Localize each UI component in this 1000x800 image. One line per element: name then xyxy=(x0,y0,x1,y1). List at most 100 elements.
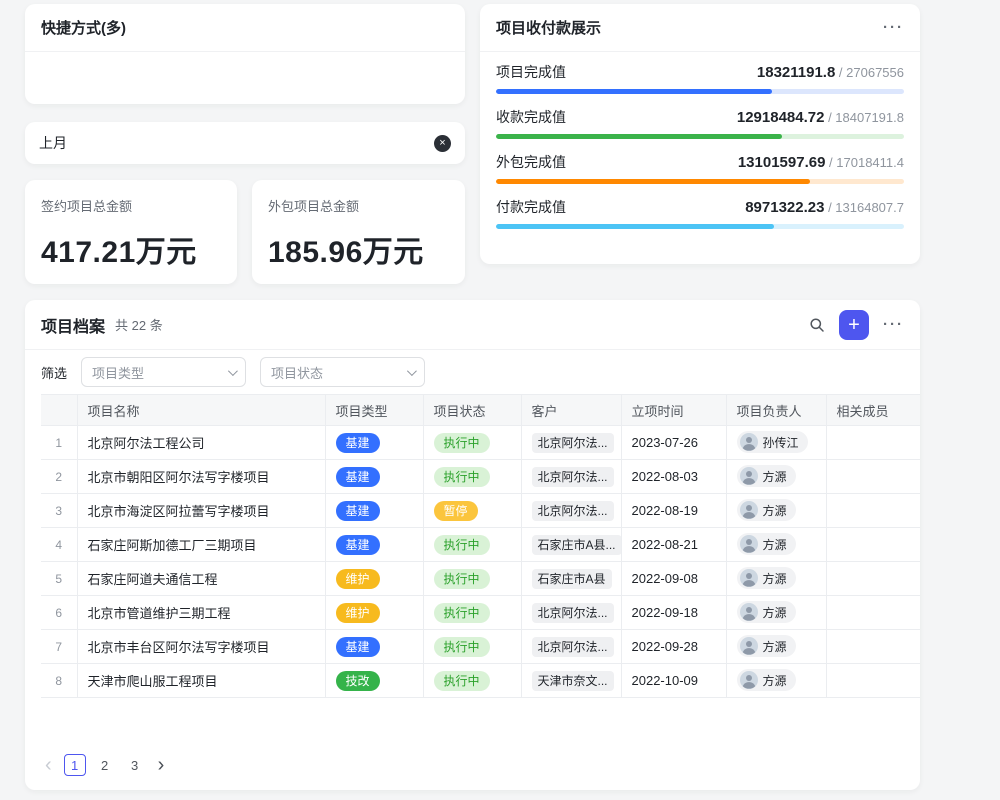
project-status-cell[interactable]: 执行中 xyxy=(423,630,521,664)
avatar xyxy=(740,671,758,689)
table-row[interactable]: 6北京市管道维护三期工程维护执行中北京阿尔法...2022-09-18方源 xyxy=(41,596,920,630)
date-cell[interactable]: 2023-07-26 xyxy=(621,426,726,460)
stat-card-signed-total: 签约项目总金额 417.21万元 xyxy=(25,180,237,284)
column-header[interactable]: 项目名称 xyxy=(77,395,325,426)
project-name-cell[interactable]: 北京市丰台区阿尔法写字楼项目 xyxy=(77,630,325,664)
customer-cell[interactable]: 北京阿尔法... xyxy=(521,426,621,460)
customer-cell[interactable]: 石家庄市A县 xyxy=(521,562,621,596)
table-row[interactable]: 7北京市丰台区阿尔法写字楼项目基建执行中北京阿尔法...2022-09-28方源 xyxy=(41,630,920,664)
column-header[interactable]: 项目状态 xyxy=(423,395,521,426)
members-cell[interactable] xyxy=(826,460,920,494)
progress-label: 外包完成值 xyxy=(496,152,566,172)
project-status-cell[interactable]: 执行中 xyxy=(423,596,521,630)
table-row[interactable]: 2北京市朝阳区阿尔法写字楼项目基建执行中北京阿尔法...2022-08-03方源 xyxy=(41,460,920,494)
project-name-cell[interactable]: 石家庄阿斯加德工厂三期项目 xyxy=(77,528,325,562)
project-type-select[interactable]: 项目类型 xyxy=(81,357,246,387)
owner-cell[interactable]: 方源 xyxy=(726,630,826,664)
chevron-down-icon xyxy=(407,366,417,376)
customer-cell[interactable]: 北京阿尔法... xyxy=(521,596,621,630)
project-status-cell[interactable]: 暂停 xyxy=(423,494,521,528)
ellipsis-icon[interactable]: ··· xyxy=(883,316,904,333)
owner-cell[interactable]: 方源 xyxy=(726,664,826,698)
table-row[interactable]: 5石家庄阿道夫通信工程维护执行中石家庄市A县2022-09-08方源 xyxy=(41,562,920,596)
project-name-cell[interactable]: 北京市管道维护三期工程 xyxy=(77,596,325,630)
customer-cell[interactable]: 天津市奈文... xyxy=(521,664,621,698)
project-name-cell[interactable]: 北京市海淀区阿拉蕾写字楼项目 xyxy=(77,494,325,528)
next-page-icon[interactable]: › xyxy=(154,755,169,775)
project-name-cell[interactable]: 天津市爬山服工程项目 xyxy=(77,664,325,698)
owner-cell[interactable]: 方源 xyxy=(726,528,826,562)
project-status-cell[interactable]: 执行中 xyxy=(423,426,521,460)
owner-chip: 方源 xyxy=(737,465,796,487)
page-button[interactable]: 2 xyxy=(94,754,116,776)
owner-cell[interactable]: 孙传江 xyxy=(726,426,826,460)
avatar xyxy=(740,535,758,553)
project-type-cell[interactable]: 基建 xyxy=(325,630,423,664)
progress-label: 付款完成值 xyxy=(496,197,566,217)
members-cell[interactable] xyxy=(826,664,920,698)
members-cell[interactable] xyxy=(826,630,920,664)
owner-cell[interactable]: 方源 xyxy=(726,562,826,596)
prev-page-icon[interactable]: ‹ xyxy=(41,755,56,775)
table-row[interactable]: 4石家庄阿斯加德工厂三期项目基建执行中石家庄市A县...2022-08-21方源 xyxy=(41,528,920,562)
project-type-cell[interactable]: 基建 xyxy=(325,528,423,562)
projects-table-head-row: 项目名称项目类型项目状态客户立项时间项目负责人相关成员 xyxy=(41,395,920,426)
project-type-cell[interactable]: 维护 xyxy=(325,596,423,630)
project-status-cell[interactable]: 执行中 xyxy=(423,562,521,596)
date-cell[interactable]: 2022-09-28 xyxy=(621,630,726,664)
members-cell[interactable] xyxy=(826,494,920,528)
owner-cell[interactable]: 方源 xyxy=(726,460,826,494)
date-cell[interactable]: 2022-09-08 xyxy=(621,562,726,596)
owner-chip: 方源 xyxy=(737,635,796,657)
owner-name: 方源 xyxy=(763,570,787,587)
customer-cell[interactable]: 北京阿尔法... xyxy=(521,494,621,528)
date-cell[interactable]: 2022-09-18 xyxy=(621,596,726,630)
customer-cell[interactable]: 石家庄市A县... xyxy=(521,528,621,562)
column-header[interactable]: 立项时间 xyxy=(621,395,726,426)
date-cell[interactable]: 2022-08-03 xyxy=(621,460,726,494)
table-row[interactable]: 3北京市海淀区阿拉蕾写字楼项目基建暂停北京阿尔法...2022-08-19方源 xyxy=(41,494,920,528)
date-cell[interactable]: 2022-08-19 xyxy=(621,494,726,528)
project-type-cell[interactable]: 基建 xyxy=(325,460,423,494)
column-header[interactable]: 项目负责人 xyxy=(726,395,826,426)
project-type-cell[interactable]: 维护 xyxy=(325,562,423,596)
project-type-cell[interactable]: 基建 xyxy=(325,426,423,460)
date-cell[interactable]: 2022-10-09 xyxy=(621,664,726,698)
project-name-cell[interactable]: 北京阿尔法工程公司 xyxy=(77,426,325,460)
owner-name: 方源 xyxy=(763,468,787,485)
project-name-cell[interactable]: 北京市朝阳区阿尔法写字楼项目 xyxy=(77,460,325,494)
ellipsis-icon[interactable]: ··· xyxy=(883,19,904,36)
column-header[interactable]: 客户 xyxy=(521,395,621,426)
date-filter-label: 上月 xyxy=(39,133,67,153)
progress-values: 12918484.72 / 18407191.8 xyxy=(737,109,904,127)
project-status-cell[interactable]: 执行中 xyxy=(423,460,521,494)
search-icon[interactable] xyxy=(809,317,825,333)
members-cell[interactable] xyxy=(826,562,920,596)
projects-card: 项目档案 共 22 条 + ··· 筛选 项目类型 项目状态 项目名称项目类型项… xyxy=(25,300,920,790)
customer-cell[interactable]: 北京阿尔法... xyxy=(521,460,621,494)
table-row[interactable]: 8天津市爬山服工程项目技改执行中天津市奈文...2022-10-09方源 xyxy=(41,664,920,698)
project-type-cell[interactable]: 技改 xyxy=(325,664,423,698)
owner-name: 方源 xyxy=(763,672,787,689)
table-row[interactable]: 1北京阿尔法工程公司基建执行中北京阿尔法...2023-07-26孙传江 xyxy=(41,426,920,460)
members-cell[interactable] xyxy=(826,528,920,562)
project-status-cell[interactable]: 执行中 xyxy=(423,528,521,562)
add-record-button[interactable]: + xyxy=(839,310,869,340)
customer-chip: 石家庄市A县 xyxy=(532,569,612,589)
members-cell[interactable] xyxy=(826,426,920,460)
project-status-cell[interactable]: 执行中 xyxy=(423,664,521,698)
page-button[interactable]: 3 xyxy=(124,754,146,776)
owner-cell[interactable]: 方源 xyxy=(726,494,826,528)
clear-filter-button[interactable]: × xyxy=(434,135,451,152)
column-header[interactable]: 相关成员 xyxy=(826,395,920,426)
project-type-cell[interactable]: 基建 xyxy=(325,494,423,528)
date-cell[interactable]: 2022-08-21 xyxy=(621,528,726,562)
column-header[interactable]: 项目类型 xyxy=(325,395,423,426)
owner-cell[interactable]: 方源 xyxy=(726,596,826,630)
project-status-select[interactable]: 项目状态 xyxy=(260,357,425,387)
date-filter-bar[interactable]: 上月 × xyxy=(25,122,465,164)
members-cell[interactable] xyxy=(826,596,920,630)
customer-cell[interactable]: 北京阿尔法... xyxy=(521,630,621,664)
page-button[interactable]: 1 xyxy=(64,754,86,776)
project-name-cell[interactable]: 石家庄阿道夫通信工程 xyxy=(77,562,325,596)
